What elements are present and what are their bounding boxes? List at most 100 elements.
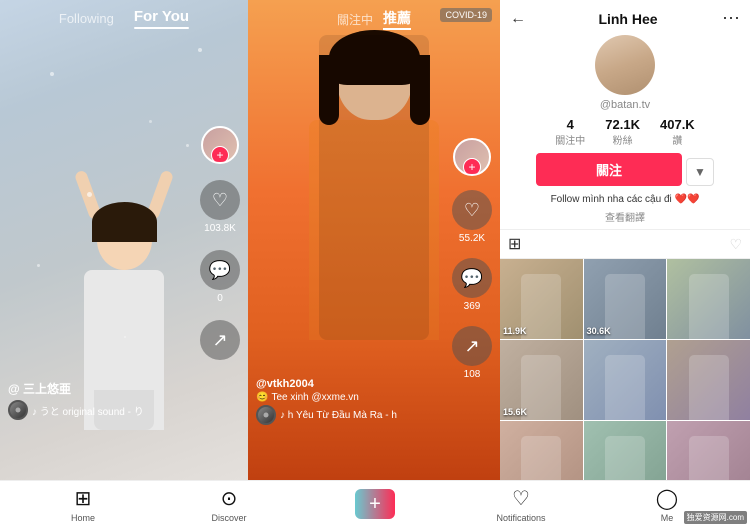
comment-icon[interactable]: 💬 [200, 250, 240, 290]
middle-desc: 😊 Tee xinh @xxme.vn [256, 392, 440, 403]
profile-name: Linh Hee [534, 11, 722, 27]
stat-likes: 407.K 讚 [660, 117, 695, 147]
like-count: 103.8K [204, 223, 236, 234]
back-button[interactable]: ← [510, 10, 526, 28]
me-icon: ◯ [656, 486, 678, 511]
stat-followers-num: 72.1K [605, 117, 640, 132]
stat-likes-label: 讚 [660, 132, 695, 147]
middle-header: 關注中 推薦 COVID-19 [248, 0, 500, 38]
tab-following[interactable]: Following [59, 11, 114, 26]
nav-create[interactable]: + [302, 489, 448, 519]
profile-header: ← Linh Hee ⋯ @batan.tv 4 關注中 72.1K 粉絲 40… [500, 0, 750, 230]
comment-count: 0 [217, 293, 223, 304]
discover-label: Discover [211, 513, 246, 523]
share-group[interactable]: ↗ [200, 320, 240, 360]
view-count-1: 11.9K [503, 326, 527, 336]
mid-avatar-group[interactable] [453, 138, 491, 176]
mid-comment-icon[interactable]: 💬 [452, 258, 492, 298]
profile-stats: 4 關注中 72.1K 粉絲 407.K 讚 [555, 117, 694, 147]
covid-badge: COVID-19 [440, 8, 492, 22]
mid-comment-count: 369 [464, 301, 481, 312]
right-panel: ← Linh Hee ⋯ @batan.tv 4 關注中 72.1K 粉絲 40… [500, 0, 750, 480]
mid-like-icon[interactable]: ♡ [452, 190, 492, 230]
dropdown-button[interactable]: ▼ [686, 158, 714, 186]
comment-group[interactable]: 💬 0 [200, 250, 240, 304]
nav-discover[interactable]: ⊙ Discover [156, 486, 302, 523]
middle-sidebar-icons: ♡ 55.2K 💬 369 ↗ 108 [452, 138, 492, 380]
translate-button[interactable]: 查看翻譯 [605, 209, 645, 224]
nav-home[interactable]: ⊞ Home [10, 486, 156, 523]
middle-body-shadow [319, 35, 429, 340]
video-thumb-7[interactable]: 15.6K [500, 421, 583, 480]
video-thumb-3[interactable] [667, 259, 750, 339]
creator-avatar[interactable] [201, 126, 239, 164]
avatar-group[interactable] [201, 126, 239, 164]
profile-avatar [595, 35, 655, 95]
mid-comment-group[interactable]: 💬 369 [452, 258, 492, 312]
stat-following: 4 關注中 [555, 117, 585, 147]
bottom-nav: ⊞ Home ⊙ Discover + ♡ Notifications ◯ Me [0, 480, 750, 527]
middle-person-figure [309, 35, 439, 340]
left-sidebar-icons: ♡ 103.8K 💬 0 ↗ [200, 126, 240, 360]
mid-like-count: 55.2K [459, 233, 485, 244]
profile-handle: @batan.tv [600, 99, 650, 111]
notifications-icon: ♡ [512, 486, 530, 511]
home-icon: ⊞ [75, 486, 92, 511]
notifications-label: Notifications [496, 513, 545, 523]
profile-header-top: ← Linh Hee ⋯ [510, 8, 740, 29]
left-hair [92, 202, 157, 242]
thumb-figure-5 [584, 340, 667, 420]
video-thumb-2[interactable]: 30.6K [584, 259, 667, 339]
me-label: Me [661, 513, 674, 523]
video-thumb-5[interactable] [584, 340, 667, 420]
mid-share-icon[interactable]: ↗ [452, 326, 492, 366]
mid-share-count: 108 [464, 369, 481, 380]
middle-panel: 關注中 推薦 COVID-19 ♡ [248, 0, 500, 480]
video-grid: 11.9K 30.6K 15.6K 15.6K [500, 259, 750, 480]
discover-icon: ⊙ [221, 486, 238, 511]
video-thumb-1[interactable]: 11.9K [500, 259, 583, 339]
video-tabs: ⊞ ♡ [500, 230, 750, 259]
middle-username: @vtkh2004 [256, 378, 440, 390]
music-disc-icon [8, 400, 28, 420]
left-bottom-info: @ 三上悠亜 ♪ うと original sound - り [8, 380, 188, 420]
video-thumb-9[interactable] [667, 421, 750, 480]
thumb-figure-9 [667, 421, 750, 480]
nav-notifications[interactable]: ♡ Notifications [448, 486, 594, 523]
thumb-figure-7 [500, 421, 583, 480]
create-button[interactable]: + [355, 489, 395, 519]
left-username: @ 三上悠亜 [8, 380, 188, 397]
view-count-4: 15.6K [503, 407, 527, 417]
video-thumb-4[interactable]: 15.6K [500, 340, 583, 420]
more-options-button[interactable]: ⋯ [722, 8, 740, 29]
liked-tab-icon[interactable]: ♡ [729, 236, 742, 253]
middle-sound: ♪ h Yêu Từ Đầu Mà Ra - h [256, 405, 440, 425]
left-header: Following For You [0, 0, 248, 37]
like-group[interactable]: ♡ 103.8K [200, 180, 240, 234]
middle-body [309, 120, 439, 340]
left-sound: ♪ うと original sound - り [8, 400, 188, 420]
video-thumb-6[interactable] [667, 340, 750, 420]
grid-tab-icon[interactable]: ⊞ [508, 234, 521, 254]
left-head [97, 210, 152, 270]
tab-tuijian[interactable]: 推薦 [383, 8, 411, 30]
share-icon[interactable]: ↗ [200, 320, 240, 360]
tab-guanzhu[interactable]: 關注中 [337, 11, 373, 28]
tab-foryou[interactable]: For You [134, 8, 189, 29]
mid-creator-avatar[interactable] [453, 138, 491, 176]
mid-share-group[interactable]: ↗ 108 [452, 326, 492, 380]
thumb-figure-3 [667, 259, 750, 339]
like-icon[interactable]: ♡ [200, 180, 240, 220]
left-panel: Following For You [0, 0, 248, 480]
stat-followers-label: 粉絲 [605, 132, 640, 147]
profile-bio: Follow mình nha các cậu đi ❤️❤️ [551, 194, 700, 205]
stat-following-num: 4 [555, 117, 585, 132]
video-thumb-8[interactable] [584, 421, 667, 480]
stat-likes-num: 407.K [660, 117, 695, 132]
thumb-figure-6 [667, 340, 750, 420]
mid-like-group[interactable]: ♡ 55.2K [452, 190, 492, 244]
home-label: Home [71, 513, 95, 523]
stat-followers: 72.1K 粉絲 [605, 117, 640, 147]
follow-button[interactable]: 關注 [536, 153, 682, 186]
stat-following-label: 關注中 [555, 132, 585, 147]
